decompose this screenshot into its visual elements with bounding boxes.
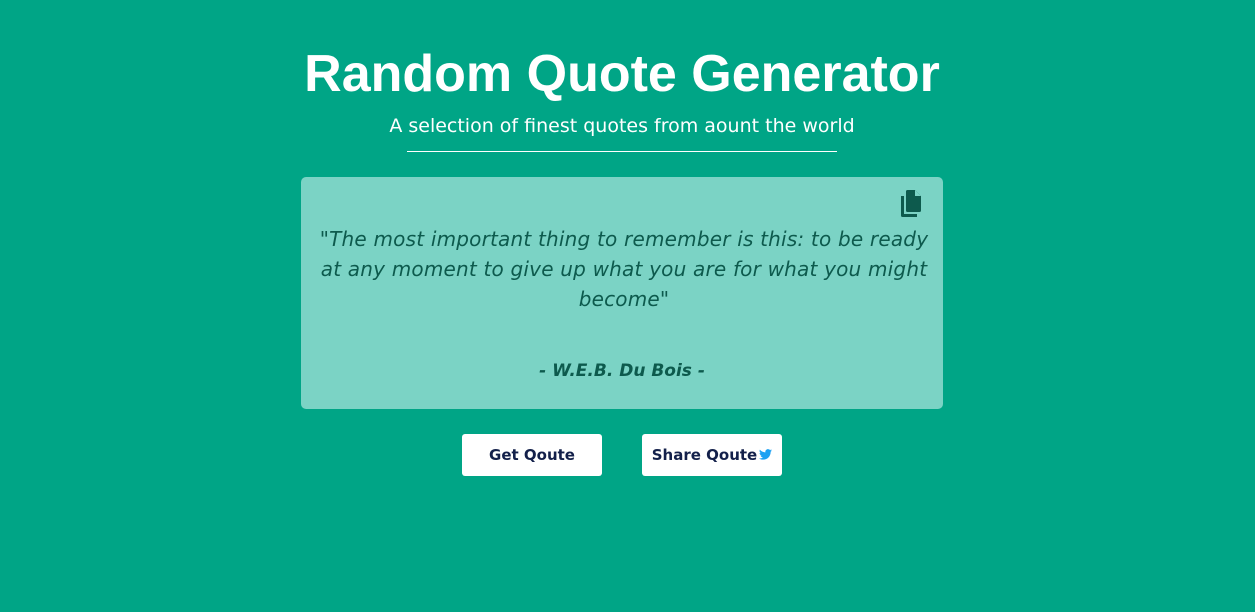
quote-card: "The most important thing to remember is… <box>301 177 943 409</box>
share-quote-button[interactable]: Share Qoute <box>642 434 782 476</box>
page-title: Random Quote Generator <box>304 45 940 103</box>
share-quote-label: Share Qoute <box>651 446 758 464</box>
get-quote-button[interactable]: Get Qoute <box>462 434 602 476</box>
quote-text: "The most important thing to remember is… <box>319 227 929 311</box>
get-quote-label: Get Qoute <box>489 446 575 464</box>
twitter-icon <box>759 446 773 460</box>
page-subtitle: A selection of finest quotes from aount … <box>389 115 855 137</box>
copy-icon-graphic <box>901 190 921 217</box>
subtitle-divider <box>407 151 837 152</box>
copy-icon[interactable] <box>898 188 924 218</box>
quote-author: - W.E.B. Du Bois - <box>539 361 705 381</box>
